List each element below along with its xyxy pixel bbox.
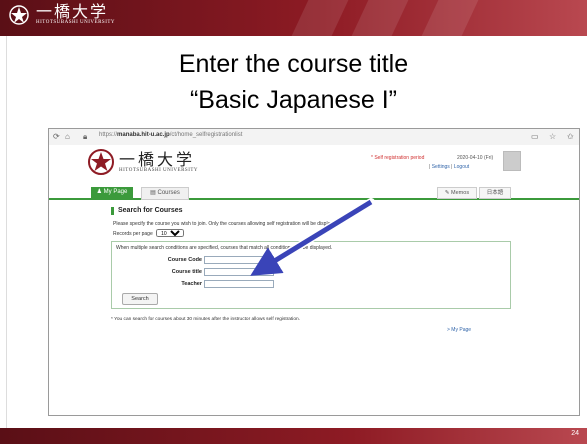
- my-page-link[interactable]: > My Page: [447, 327, 471, 333]
- teacher-input[interactable]: [204, 280, 274, 288]
- header-stripe: [291, 0, 349, 36]
- site-logo-en: HITOTSUBASHI UNIVERSITY: [119, 167, 199, 173]
- user-links: | Settings | Logout: [429, 164, 470, 170]
- courses-icon: ▤: [150, 190, 158, 196]
- slide-logo-en: HITOTSUBASHI UNIVERSITY: [36, 20, 116, 25]
- course-title-input[interactable]: [204, 268, 274, 276]
- browser-toolbar: ⟳ ⌂ 🔒︎ https://manaba.hit-u.ac.jp/ct/hom…: [49, 129, 579, 146]
- star-icon[interactable]: ☆: [549, 132, 556, 142]
- header-stripe: [421, 0, 479, 36]
- conditions-note: When multiple search conditions are spec…: [116, 245, 333, 251]
- course-code-label: Course Code: [167, 257, 202, 263]
- course-title-label: Course title: [171, 269, 202, 275]
- tab-my-page-label: My Page: [103, 189, 128, 195]
- university-crest-icon: [9, 5, 29, 25]
- teacher-row: Teacher: [112, 280, 312, 288]
- search-description: Please specify the course you wish to jo…: [113, 221, 340, 227]
- course-title-row: Course title: [112, 268, 312, 276]
- teacher-label: Teacher: [181, 281, 202, 287]
- reader-icon[interactable]: ▭: [531, 132, 539, 142]
- url-prefix: https://: [99, 132, 118, 138]
- search-form: When multiple search conditions are spec…: [111, 241, 511, 309]
- search-panel: Search for Courses Please specify the co…: [111, 207, 511, 357]
- tab-courses-label: Courses: [157, 190, 180, 196]
- university-crest-icon: [88, 149, 114, 175]
- favorites-icon[interactable]: ✩: [567, 132, 574, 142]
- main-nav: ♟ My Page ▤ Courses ✎ Memos 日本語: [49, 186, 579, 200]
- slide: 一橋大学 HITOTSUBASHI UNIVERSITY Enter the c…: [0, 0, 587, 444]
- lock-icon: 🔒︎: [83, 132, 88, 141]
- slide-title-line2: “Basic Japanese I”: [189, 86, 398, 114]
- url-path: /ct/home_selfregistrationlist: [169, 132, 243, 138]
- course-code-row: Course Code: [112, 256, 312, 264]
- slide-title-line1: Enter the course title: [178, 50, 409, 78]
- user-icon: ♟: [96, 189, 104, 195]
- search-heading: Search for Courses: [111, 207, 183, 215]
- current-date: 2020-04-10 (Fri): [457, 155, 494, 161]
- records-select[interactable]: 10: [156, 229, 185, 237]
- tab-my-page[interactable]: ♟ My Page: [91, 187, 133, 198]
- search-button[interactable]: Search: [122, 293, 158, 305]
- memos-button[interactable]: ✎ Memos: [437, 187, 477, 199]
- slide-logo: 一橋大学 HITOTSUBASHI UNIVERSITY: [8, 4, 115, 26]
- site-logo[interactable]: 一橋大学 HITOTSUBASHI UNIVERSITY: [87, 148, 198, 176]
- site-logo-jp: 一橋大学: [119, 149, 196, 169]
- home-icon[interactable]: ⌂: [65, 132, 70, 142]
- memos-label: Memos: [451, 190, 470, 196]
- site-header: 一橋大学 HITOTSUBASHI UNIVERSITY * Self regi…: [49, 145, 579, 185]
- page-number: 24: [571, 430, 579, 437]
- browser-screenshot: ⟳ ⌂ 🔒︎ https://manaba.hit-u.ac.jp/ct/hom…: [48, 128, 580, 416]
- url-host: manaba.hit-u.ac.jp: [117, 132, 170, 138]
- course-code-input[interactable]: [204, 256, 274, 264]
- records-per-page: Records per page 10: [113, 229, 185, 237]
- slide-footer-bar: 24: [0, 428, 587, 444]
- records-label: Records per page: [113, 231, 153, 237]
- search-footnote: * You can search for courses about 30 mi…: [111, 317, 301, 322]
- logout-link[interactable]: Logout: [454, 164, 469, 170]
- settings-link[interactable]: Settings: [432, 164, 450, 170]
- refresh-icon[interactable]: ⟳: [53, 132, 60, 142]
- header-stripe: [351, 0, 409, 36]
- avatar[interactable]: [503, 151, 521, 171]
- self-registration-notice[interactable]: * Self registration period: [371, 155, 424, 161]
- language-button[interactable]: 日本語: [479, 187, 511, 199]
- slide-logo-jp: 一橋大学: [36, 2, 109, 21]
- slide-header-bar: 一橋大学 HITOTSUBASHI UNIVERSITY: [0, 0, 587, 36]
- address-bar[interactable]: https://manaba.hit-u.ac.jp/ct/home_selfr…: [99, 132, 242, 138]
- tab-courses[interactable]: ▤ Courses: [141, 187, 189, 200]
